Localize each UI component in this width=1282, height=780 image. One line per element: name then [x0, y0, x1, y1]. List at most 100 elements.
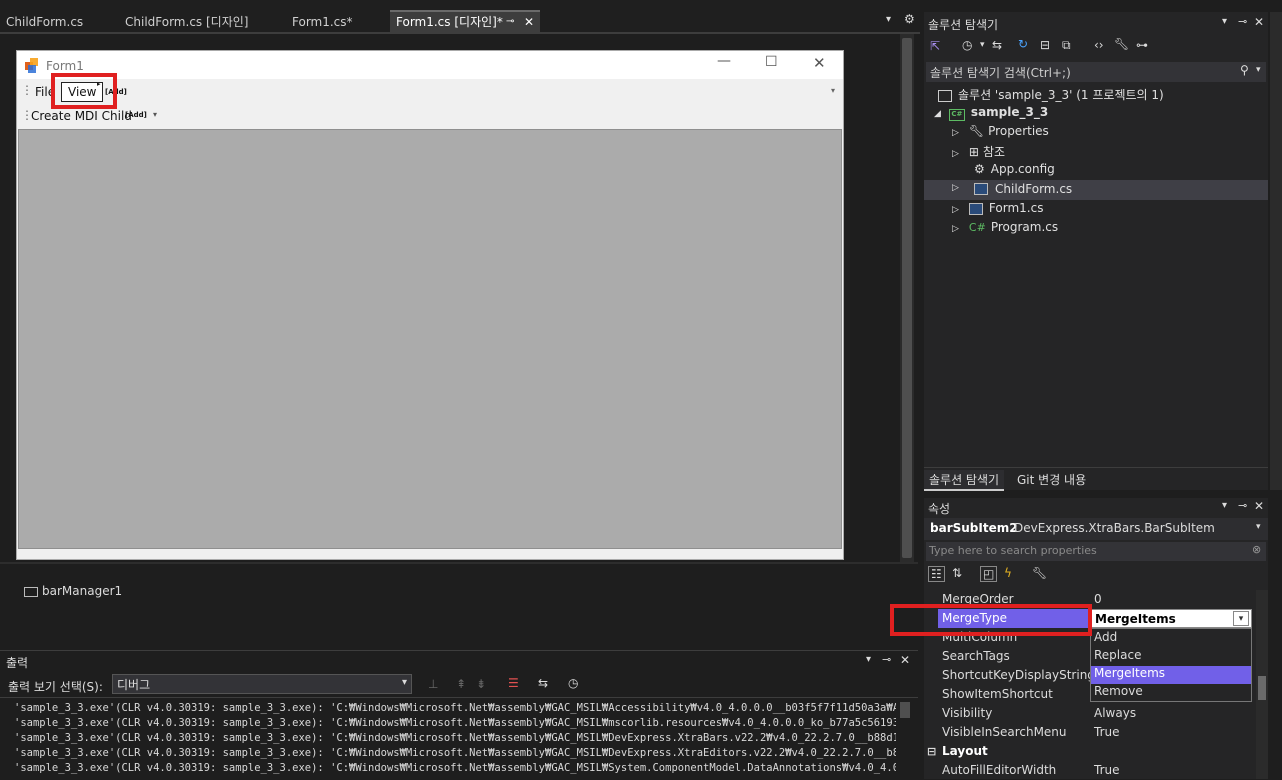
output-pin-icon[interactable]: ⊸: [882, 653, 891, 666]
history-dropdown-icon[interactable]: ▾: [980, 40, 985, 50]
property-row-visibility[interactable]: Visibility Always: [924, 704, 1254, 723]
tab-form1-design[interactable]: Form1.cs [디자인]* ⊸ ✕: [390, 10, 540, 32]
property-row-autofilleditorwidth[interactable]: AutoFillEditorWidth True: [924, 761, 1254, 779]
tree-item-properties[interactable]: ▷ 🔧︎ Properties: [952, 124, 1049, 138]
mergetype-combo[interactable]: MergeItems ▾: [1090, 609, 1252, 628]
tray-item-barmanager[interactable]: barManager1: [24, 584, 122, 598]
panel-pin-icon[interactable]: ⊸: [1238, 15, 1247, 28]
switch-views-icon[interactable]: ⇱: [930, 39, 940, 53]
tree-item-program[interactable]: ▷ C# Program.cs: [952, 220, 1058, 234]
properties-toolbar: ☷ ⇅ ◰ ϟ 🔧︎: [924, 564, 1268, 588]
property-search-input[interactable]: Type here to search properties ⊗: [926, 542, 1266, 561]
close-icon[interactable]: ✕: [813, 54, 826, 72]
panel-close-icon[interactable]: ✕: [1254, 499, 1264, 513]
dropdown-option-remove[interactable]: Remove: [1091, 684, 1251, 702]
properties-wrench-icon[interactable]: 🔧︎: [1114, 37, 1129, 51]
show-all-files-icon[interactable]: ⧉: [1062, 38, 1071, 53]
collapsed-arrow-icon[interactable]: ▷: [952, 224, 959, 234]
tab-childform-design[interactable]: ChildForm.cs [디자인]: [119, 12, 254, 32]
tab-solution-explorer[interactable]: 솔루션 탐색기: [924, 470, 1005, 491]
clear-all-icon[interactable]: ☰: [508, 676, 519, 690]
tree-item-app-config[interactable]: ⚙ App.config: [974, 162, 1055, 176]
collapsed-arrow-icon[interactable]: ▷: [952, 128, 959, 138]
property-scrollbar-thumb[interactable]: [1258, 676, 1266, 700]
dropdown-option-mergeitems[interactable]: MergeItems: [1091, 666, 1251, 684]
minimize-icon[interactable]: —: [717, 53, 731, 69]
tree-project-label: sample_3_3: [970, 105, 1049, 119]
property-grid-scrollbar[interactable]: [1256, 590, 1268, 779]
history-icon[interactable]: ◷: [962, 38, 972, 52]
property-value: True: [1094, 725, 1120, 739]
property-pages-icon[interactable]: 🔧︎: [1032, 566, 1047, 580]
tray-item-label: barManager1: [42, 584, 123, 598]
menubar-dropdown-icon[interactable]: ▾: [831, 86, 835, 95]
categorized-icon[interactable]: ☷: [928, 566, 945, 582]
tree-item-childform[interactable]: ▷ ChildForm.cs: [924, 180, 1268, 200]
gear-icon[interactable]: ⚙: [904, 12, 915, 26]
panel-dropdown-icon[interactable]: ▾: [1222, 500, 1227, 511]
tab-dropdown-icon[interactable]: ▾: [886, 14, 891, 25]
panel-pin-icon[interactable]: ⊸: [1238, 499, 1247, 512]
panel-dropdown-icon[interactable]: ▾: [1222, 16, 1227, 27]
object-selector[interactable]: barSubItem2 DevExpress.XtraBars.BarSubIt…: [924, 518, 1268, 540]
alphabetical-icon[interactable]: ⇅: [952, 566, 962, 580]
solution-explorer-panel: 솔루션 탐색기 ▾ ⊸ ✕ ⇱ ◷ ▾ ⇆ ↻ ⊟ ⧉ ‹› 🔧︎ ⊶ 솔루션 …: [924, 12, 1268, 491]
output-line: 'sample_3_3.exe'(CLR v4.0.30319: sample_…: [14, 747, 896, 759]
code-view-icon[interactable]: ‹›: [1094, 38, 1104, 52]
tab-git-changes[interactable]: Git 변경 내용: [1017, 471, 1086, 488]
pin-icon[interactable]: ⊸: [506, 12, 514, 32]
dropdown-option-add[interactable]: Add: [1091, 630, 1251, 648]
search-options-icon[interactable]: ▾: [1256, 65, 1261, 75]
output-source-select[interactable]: 디버그 ▾: [112, 674, 412, 694]
dropdown-option-replace[interactable]: Replace: [1091, 648, 1251, 666]
collapse-all-icon[interactable]: ⊟: [1040, 38, 1050, 52]
combo-dropdown-button[interactable]: ▾: [1233, 611, 1249, 626]
output-scrollbar-thumb[interactable]: [900, 702, 910, 718]
collapsed-arrow-icon[interactable]: ▷: [952, 205, 959, 215]
tab-childform-cs[interactable]: ChildForm.cs: [0, 12, 89, 32]
property-row-visibleinsearchmenu[interactable]: VisibleInSearchMenu True: [924, 723, 1254, 742]
expanded-arrow-icon[interactable]: ◢: [934, 109, 941, 119]
menubar-grip[interactable]: ⋮: [21, 83, 33, 97]
output-dropdown-icon[interactable]: ▾: [866, 654, 871, 665]
form-menubar: ⋮ File View ▸ [Add] ▾: [17, 79, 843, 103]
find-message-icon[interactable]: ⊥: [428, 677, 438, 691]
next-message-icon[interactable]: ⇟: [476, 677, 486, 691]
output-text-area[interactable]: 'sample_3_3.exe'(CLR v4.0.30319: sample_…: [0, 697, 918, 780]
tree-project[interactable]: ◢ C# sample_3_3: [934, 105, 1048, 121]
right-edge-scrollbar[interactable]: [1270, 12, 1282, 490]
word-wrap-icon[interactable]: ⇆: [538, 676, 548, 690]
category-layout[interactable]: ⊟ Layout: [924, 742, 1254, 761]
tree-item-references[interactable]: ▷ ⊞ 참조: [952, 143, 1005, 160]
mdi-client-area[interactable]: [18, 129, 842, 549]
clear-search-icon[interactable]: ⊗: [1252, 543, 1261, 556]
collapsed-arrow-icon[interactable]: ▷: [952, 183, 959, 193]
designer-scrollbar-thumb[interactable]: [902, 38, 912, 558]
property-name: VisibleInSearchMenu: [942, 725, 1067, 739]
tree-item-form1[interactable]: ▷ Form1.cs: [952, 201, 1043, 215]
toolbar-add-link[interactable]: [Add]: [125, 111, 147, 119]
create-mdi-child-button[interactable]: Create MDI Child: [31, 109, 132, 123]
properties-view-icon[interactable]: ◰: [980, 566, 998, 582]
tab-form1-cs[interactable]: Form1.cs*: [286, 12, 359, 32]
config-file-icon: ⚙: [974, 162, 985, 176]
prev-message-icon[interactable]: ⇞: [456, 677, 466, 691]
output-close-icon[interactable]: ✕: [900, 653, 910, 667]
collapse-category-icon[interactable]: ⊟: [927, 742, 936, 761]
toolbar-dropdown-icon[interactable]: ▾: [153, 110, 157, 119]
events-icon[interactable]: ϟ: [1004, 566, 1012, 580]
sync-icon[interactable]: ⇆: [992, 38, 1002, 52]
property-search-placeholder: Type here to search properties: [929, 544, 1097, 557]
timestamp-icon[interactable]: ◷: [568, 676, 578, 690]
form1-window[interactable]: Form1 — ☐ ✕ ⋮ File View ▸ [Add] ▾ ⋮ Crea…: [16, 50, 844, 560]
collapsed-arrow-icon[interactable]: ▷: [952, 149, 959, 159]
component-icon: [24, 586, 38, 597]
tree-solution[interactable]: 솔루션 'sample_3_3' (1 프로젝트의 1): [938, 86, 1164, 103]
maximize-icon[interactable]: ☐: [765, 54, 778, 70]
solution-search-input[interactable]: 솔루션 탐색기 검색(Ctrl+;) ⚲ ▾: [926, 62, 1266, 82]
tree-item-label: App.config: [990, 162, 1055, 176]
refresh-icon[interactable]: ↻: [1018, 37, 1028, 51]
panel-close-icon[interactable]: ✕: [1254, 15, 1264, 29]
close-tab-icon[interactable]: ✕: [524, 12, 534, 32]
preview-icon[interactable]: ⊶: [1136, 38, 1148, 52]
